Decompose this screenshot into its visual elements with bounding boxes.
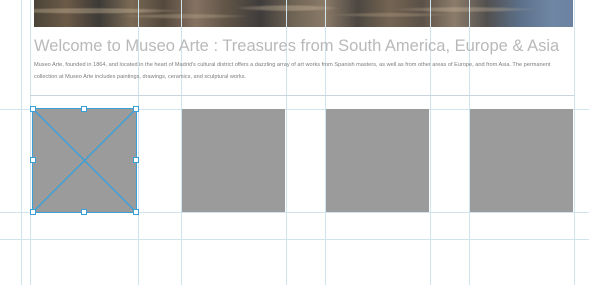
- resize-handle-top-right[interactable]: [133, 106, 139, 112]
- guide-line: [0, 212, 589, 213]
- intro-paragraph[interactable]: Museo Arte, founded in 1864, and located…: [34, 59, 564, 83]
- image-placeholder[interactable]: [470, 109, 573, 212]
- design-canvas[interactable]: Welcome to Museo Arte : Treasures from S…: [0, 0, 589, 285]
- resize-handle-bottom[interactable]: [81, 209, 87, 215]
- image-placeholder[interactable]: [182, 109, 285, 212]
- selected-image-placeholder[interactable]: [32, 108, 137, 213]
- resize-handle-bottom-left[interactable]: [30, 209, 36, 215]
- resize-handle-top[interactable]: [81, 106, 87, 112]
- image-placeholder-icon: [33, 109, 136, 212]
- resize-handle-right[interactable]: [133, 157, 139, 163]
- heading-text-frame[interactable]: Welcome to Museo Arte : Treasures from S…: [30, 30, 574, 96]
- guide-line: [0, 239, 589, 240]
- guide-line: [21, 0, 22, 285]
- resize-handle-left[interactable]: [30, 157, 36, 163]
- resize-handle-top-left[interactable]: [30, 106, 36, 112]
- hero-image[interactable]: [34, 0, 573, 27]
- image-placeholder[interactable]: [326, 109, 429, 212]
- resize-handle-bottom-right[interactable]: [133, 209, 139, 215]
- guide-line: [574, 0, 575, 285]
- page-title[interactable]: Welcome to Museo Arte : Treasures from S…: [34, 37, 559, 56]
